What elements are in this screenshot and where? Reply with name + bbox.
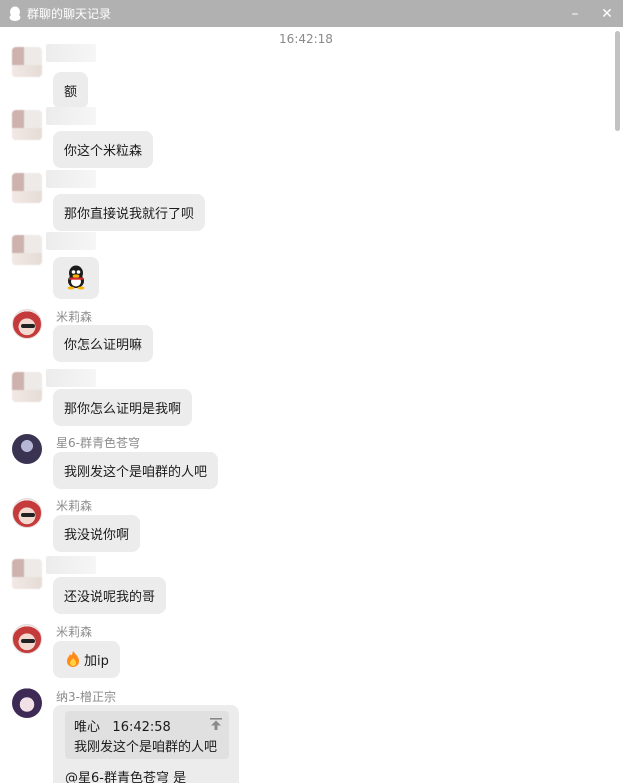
window-title: 群聊的聊天记录: [27, 7, 112, 21]
avatar[interactable]: [12, 47, 42, 77]
quote-text: 我刚发这个是咱群的人吧: [74, 740, 218, 755]
quoted-message[interactable]: 唯心 16:42:58 我刚发这个是咱群的人吧: [65, 711, 229, 759]
quote-header: 唯心 16:42:58: [74, 716, 171, 735]
message-bubble[interactable]: 你怎么证明嘛: [53, 325, 154, 362]
message-bubble[interactable]: 我刚发这个是咱群的人吧: [53, 452, 219, 489]
message-bubble[interactable]: 额: [53, 72, 89, 109]
title-bar: 群聊的聊天记录 – ✕: [0, 0, 623, 27]
minimize-button[interactable]: –: [559, 0, 591, 27]
close-button[interactable]: ✕: [591, 0, 623, 27]
jump-to-quote-icon[interactable]: [209, 717, 223, 731]
scrollbar-thumb[interactable]: [615, 31, 620, 131]
avatar[interactable]: [12, 559, 42, 589]
avatar[interactable]: [12, 235, 42, 265]
sender-name: 米莉森: [56, 625, 93, 639]
reply-message-bubble[interactable]: 唯心 16:42:58 我刚发这个是咱群的人吧 @星6-群青色苍穹 是: [53, 705, 239, 783]
sender-name: 星6-群青色苍穹: [56, 436, 140, 450]
avatar[interactable]: [12, 173, 42, 203]
close-icon: ✕: [601, 5, 613, 22]
quote-author: 唯心: [74, 720, 101, 735]
sender-name-blurred: [46, 170, 96, 188]
message-text: @星6-群青色苍穹 是: [65, 771, 187, 783]
fire-icon: [67, 651, 79, 667]
sender-name: 纳3-橧正宗: [56, 690, 116, 704]
message-text: 加ip: [84, 654, 109, 669]
sender-name: 米莉森: [56, 499, 93, 513]
avatar[interactable]: [12, 434, 42, 464]
message-bubble[interactable]: 我没说你啊: [53, 515, 141, 552]
message-bubble[interactable]: 加ip: [53, 641, 120, 678]
message-bubble[interactable]: [53, 257, 99, 299]
sender-name: 米莉森: [56, 310, 93, 324]
avatar[interactable]: [12, 498, 42, 528]
minimize-icon: –: [571, 5, 579, 22]
avatar[interactable]: [12, 688, 42, 718]
chat-history[interactable]: 16:42:18 额 你这个米粒森 那你直接说我就行了呗 米莉森 你怎么证明嘛 …: [0, 27, 612, 783]
avatar[interactable]: [12, 110, 42, 140]
message-bubble[interactable]: 还没说呢我的哥: [53, 577, 167, 614]
message-bubble[interactable]: 那你怎么证明是我啊: [53, 389, 193, 426]
sender-name-blurred: [46, 369, 96, 387]
sender-name-blurred: [46, 232, 96, 250]
scrollbar[interactable]: [612, 27, 623, 783]
message-bubble[interactable]: 那你直接说我就行了呗: [53, 194, 206, 231]
sender-name-blurred: [46, 44, 96, 62]
quote-time: 16:42:58: [112, 720, 171, 735]
avatar[interactable]: [12, 372, 42, 402]
sender-name-blurred: [46, 107, 96, 125]
qq-logo-icon: [9, 6, 21, 21]
qq-penguin-icon: [67, 265, 85, 290]
avatar[interactable]: [12, 624, 42, 654]
message-bubble[interactable]: 你这个米粒森: [53, 131, 154, 168]
avatar[interactable]: [12, 309, 42, 339]
sender-name-blurred: [46, 556, 96, 574]
